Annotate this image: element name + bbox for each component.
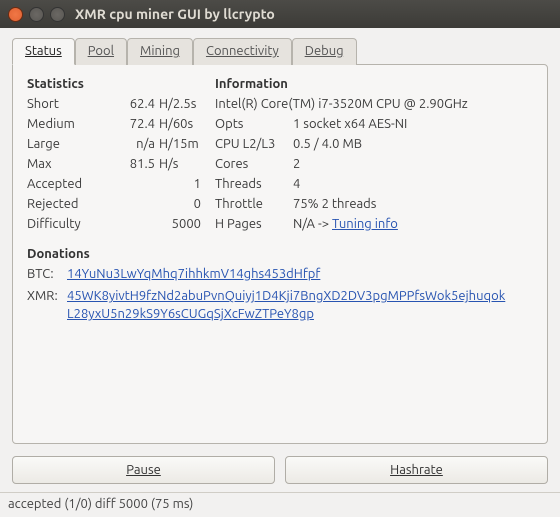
stat-value-large: n/a <box>105 137 155 151</box>
window-title: XMR cpu miner GUI by llcrypto <box>75 6 275 22</box>
info-value-threads: 4 <box>293 177 468 191</box>
tab-bar: Status Pool Mining Connectivity Debug <box>12 38 548 65</box>
tab-connectivity[interactable]: Connectivity <box>193 38 292 65</box>
statistics-header: Statistics <box>27 77 205 91</box>
donation-address-xmr[interactable]: 45WK8yivtH9fzNd2abuPvnQuiyj1D4Kji7BngXD2… <box>67 287 507 323</box>
stat-value-medium: 72.4 <box>105 117 155 131</box>
information-block: Information Intel(R) Core(TM) i7-3520M C… <box>215 77 468 231</box>
status-bar: accepted (1/0) diff 5000 (75 ms) <box>0 492 560 517</box>
stat-value-short: 62.4 <box>105 97 155 111</box>
info-value-cache: 0.5 / 4.0 MB <box>293 137 468 151</box>
info-label-opts: Opts <box>215 117 293 131</box>
info-label-hpages: H Pages <box>215 217 293 231</box>
pause-button[interactable]: Pause <box>12 456 275 484</box>
donation-address-btc[interactable]: 14YuNu3LwYqMhq7ihhkmV14ghs453dHfpf <box>67 265 320 283</box>
stat-value-rejected: 0 <box>105 197 205 211</box>
info-cpu: Intel(R) Core(TM) i7-3520M CPU @ 2.90GHz <box>215 97 468 111</box>
stat-label-medium: Medium <box>27 117 105 131</box>
info-value-cores: 2 <box>293 157 468 171</box>
stat-value-max: 81.5 <box>105 157 155 171</box>
stat-value-accepted: 1 <box>105 177 205 191</box>
info-label-cache: CPU L2/L3 <box>215 137 293 151</box>
stat-label-max: Max <box>27 157 105 171</box>
tab-debug[interactable]: Debug <box>292 38 357 65</box>
donation-label-btc: BTC: <box>27 267 67 281</box>
info-value-hpages: N/A -> Tuning info <box>293 217 468 231</box>
stat-label-accepted: Accepted <box>27 177 105 191</box>
info-value-opts: 1 socket x64 AES-NI <box>293 117 468 131</box>
stat-label-difficulty: Difficulty <box>27 217 105 231</box>
info-label-cores: Cores <box>215 157 293 171</box>
info-value-throttle: 75% 2 threads <box>293 197 468 211</box>
statistics-block: Statistics Short 62.4 H/2.5s Medium 72.4… <box>27 77 205 231</box>
status-panel: Statistics Short 62.4 H/2.5s Medium 72.4… <box>12 64 548 444</box>
window-titlebar: XMR cpu miner GUI by llcrypto <box>0 0 560 28</box>
stat-value-difficulty: 5000 <box>105 217 205 231</box>
donations-header: Donations <box>27 247 533 261</box>
donations-block: Donations BTC: 14YuNu3LwYqMhq7ihhkmV14gh… <box>27 247 533 324</box>
maximize-icon[interactable] <box>50 7 65 22</box>
tab-pool[interactable]: Pool <box>75 38 127 65</box>
hpages-prefix: N/A -> <box>293 217 332 231</box>
stat-unit-max: H/s <box>155 157 205 171</box>
stat-unit-short: H/2.5s <box>155 97 205 111</box>
close-icon[interactable] <box>8 7 23 22</box>
donation-label-xmr: XMR: <box>27 289 67 303</box>
info-label-throttle: Throttle <box>215 197 293 211</box>
stat-label-rejected: Rejected <box>27 197 105 211</box>
minimize-icon[interactable] <box>29 7 44 22</box>
tuning-info-link[interactable]: Tuning info <box>332 217 398 231</box>
hashrate-button[interactable]: Hashrate <box>285 456 548 484</box>
information-header: Information <box>215 77 468 91</box>
stat-label-large: Large <box>27 137 105 151</box>
tab-mining[interactable]: Mining <box>127 38 193 65</box>
stat-unit-large: H/15m <box>155 137 205 151</box>
info-label-threads: Threads <box>215 177 293 191</box>
stat-unit-medium: H/60s <box>155 117 205 131</box>
tab-status[interactable]: Status <box>12 38 75 65</box>
stat-label-short: Short <box>27 97 105 111</box>
